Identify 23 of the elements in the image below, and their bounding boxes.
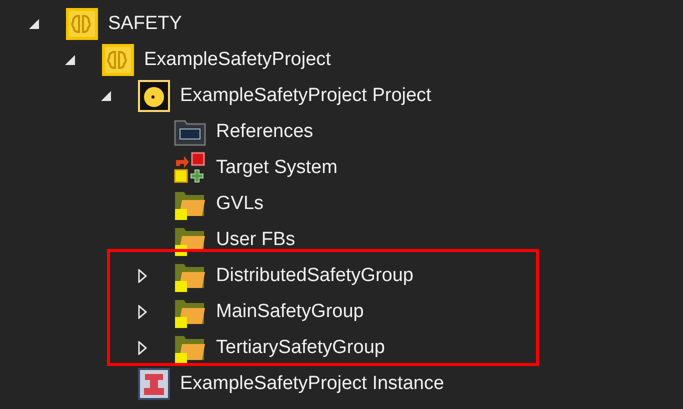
tree-item[interactable]: References [216, 118, 314, 146]
tree-item[interactable]: ExampleSafetyProject Instance [180, 370, 444, 398]
expanded-arrow-icon[interactable] [64, 54, 76, 66]
collapsed-arrow-icon[interactable] [138, 341, 146, 355]
tree-item[interactable]: DistributedSafetyGroup [216, 262, 414, 290]
tree-item[interactable]: MainSafetyGroup [216, 298, 364, 326]
tree-item[interactable]: Target System [216, 154, 338, 182]
tree-item[interactable]: ExampleSafetyProject Project [180, 82, 432, 110]
tree-item[interactable]: User FBs [216, 226, 296, 254]
brain-icon [102, 44, 134, 76]
instance-icon [138, 368, 170, 400]
expanded-arrow-icon[interactable] [100, 90, 112, 102]
tree-item[interactable]: SAFETY [108, 10, 182, 38]
expanded-arrow-icon[interactable] [28, 18, 40, 30]
brain-icon [66, 8, 98, 40]
folder-icon [174, 118, 206, 146]
tree-item[interactable]: GVLs [216, 190, 264, 218]
target-system-icon [174, 152, 206, 184]
collapsed-arrow-icon[interactable] [138, 269, 146, 283]
collapsed-arrow-icon[interactable] [138, 305, 146, 319]
tree-item[interactable]: TertiarySafetyGroup [216, 334, 385, 362]
tree-item[interactable]: ExampleSafetyProject [144, 46, 331, 74]
project-icon [138, 80, 170, 112]
